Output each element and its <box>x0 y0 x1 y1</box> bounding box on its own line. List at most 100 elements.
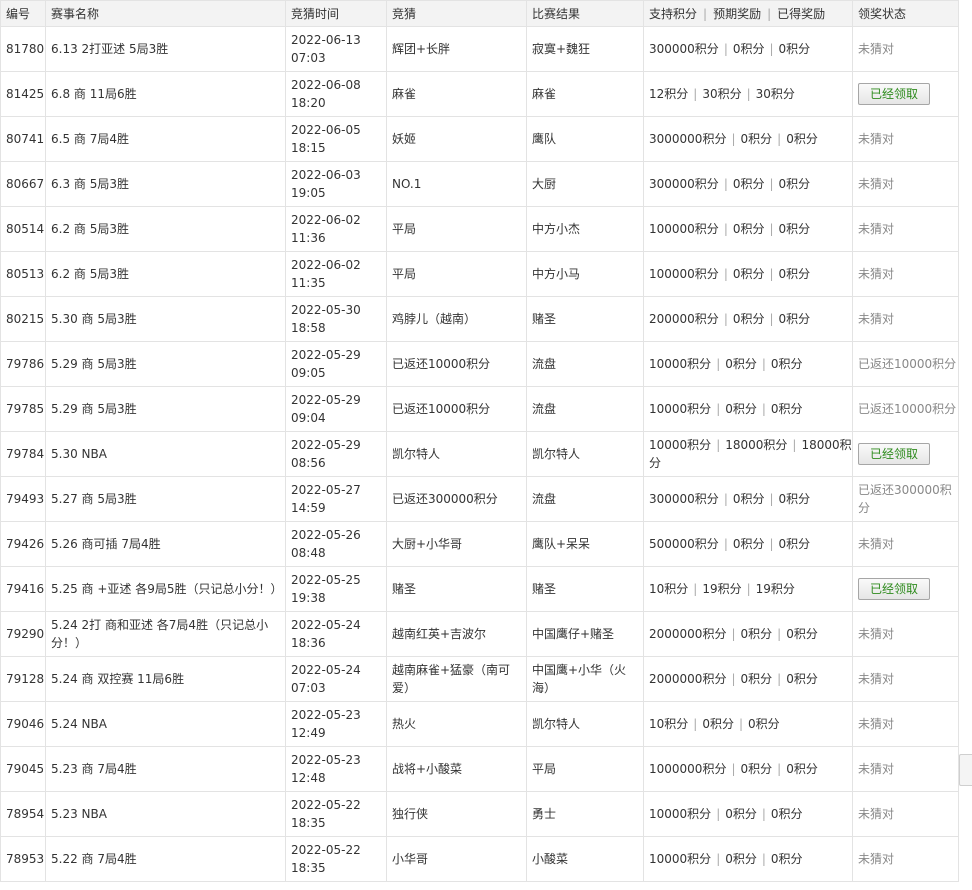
match-result: 凯尔特人 <box>526 701 644 747</box>
table-row: 80667 6.3 商 5局3胜 2022-06-03 19:05 NO.1 大厨 3000… <box>0 161 959 207</box>
match-name: 5.24 2打 商和亚述 各7局4胜（只记总小分！） <box>45 611 286 657</box>
match-name: 6.3 商 5局3胜 <box>45 161 286 207</box>
match-result: 流盘 <box>526 476 644 522</box>
support-points: 300000积分 <box>649 492 719 506</box>
support-points: 10000积分 <box>649 357 712 371</box>
guess-choice: 独行侠 <box>386 791 527 837</box>
status-cell: 已经领取 <box>852 71 959 117</box>
points-cell: 500000积分 | 0积分 | 0积分 <box>643 521 853 567</box>
match-result: 中国鹰+小华（火海） <box>526 656 644 702</box>
match-result: 中方小杰 <box>526 206 644 252</box>
expected-reward: 0积分 <box>725 807 757 821</box>
expected-reward: 0积分 <box>732 537 765 551</box>
guess-choice: 妖姬 <box>386 116 527 162</box>
claimed-button[interactable]: 已经领取 <box>858 83 930 105</box>
col-points-header: 支持积分 | 预期奖励 | 已得奖励 <box>643 0 853 27</box>
points-cell: 10000积分 | 0积分 | 0积分 <box>643 341 853 387</box>
table-row: 80514 6.2 商 5局3胜 2022-06-02 11:36 平局 中方小杰 1000… <box>0 206 959 252</box>
support-points: 300000积分 <box>649 177 719 191</box>
earned-reward: 0积分 <box>786 672 818 686</box>
match-name: 5.23 NBA <box>45 791 286 837</box>
support-points: 500000积分 <box>649 537 719 551</box>
guess-choice: 鸡脖儿（越南） <box>386 296 527 342</box>
col-result-header: 比赛结果 <box>526 0 644 27</box>
guess-choice: 越南红英+吉波尔 <box>386 611 527 657</box>
match-id: 79784 <box>0 431 46 477</box>
match-name: 5.24 商 双控赛 11局6胜 <box>45 656 286 702</box>
guess-time: 2022-05-26 08:48 <box>285 521 387 567</box>
match-id: 80741 <box>0 116 46 162</box>
match-id: 79046 <box>0 701 46 747</box>
earned-reward: 0积分 <box>778 177 811 191</box>
match-id: 81780 <box>0 26 46 72</box>
match-name: 5.30 NBA <box>45 431 286 477</box>
table-row: 79290 5.24 2打 商和亚述 各7局4胜（只记总小分！） 2022-05-2… <box>0 611 959 657</box>
points-cell: 10000积分 | 0积分 | 0积分 <box>643 836 853 882</box>
expected-reward: 0积分 <box>732 42 765 56</box>
points-cell: 300000积分 | 0积分 | 0积分 <box>643 161 853 207</box>
table-header: 编号 赛事名称 竞猜时间 竞猜 比赛结果 支持积分 | 预期奖励 | 已得奖励 领奖状态 <box>0 0 959 27</box>
match-result: 凯尔特人 <box>526 431 644 477</box>
earned-reward: 0积分 <box>770 402 803 416</box>
guess-date: 2022-05-30 <box>291 303 361 317</box>
guess-date: 2022-05-24 <box>291 618 361 632</box>
guess-choice: 大厨+小华哥 <box>386 521 527 567</box>
match-name: 5.25 商 +亚述 各9局5胜（只记总小分！） <box>45 566 286 612</box>
status-refunded: 已返还10000积分 <box>852 386 959 432</box>
support-points: 100000积分 <box>649 222 719 236</box>
guess-choice: NO.1 <box>386 161 527 207</box>
match-id: 80513 <box>0 251 46 297</box>
points-cell: 2000000积分 | 0积分 | 0积分 <box>643 611 853 657</box>
points-cell: 2000000积分 | 0积分 | 0积分 <box>643 656 853 702</box>
table-row: 79784 5.30 NBA 2022-05-29 08:56 凯尔特人 凯尔特人 1000… <box>0 431 959 477</box>
table-row: 81780 6.13 2打亚述 5局3胜 2022-06-13 07:03 辉团+长胖寂… <box>0 26 959 72</box>
guess-clock: 07:03 <box>291 681 326 695</box>
guess-clock: 19:38 <box>291 591 326 605</box>
match-id: 79128 <box>0 656 46 702</box>
match-result: 中方小马 <box>526 251 644 297</box>
earned-reward: 0积分 <box>778 42 811 56</box>
guess-time: 2022-05-27 14:59 <box>285 476 387 522</box>
match-result: 勇士 <box>526 791 644 837</box>
earned-reward: 0积分 <box>778 312 811 326</box>
status-wrong-guess: 未猜对 <box>852 656 959 702</box>
guess-date: 2022-05-22 <box>291 843 361 857</box>
guess-date: 2022-05-29 <box>291 348 361 362</box>
table-row: 78953 5.22 商 7局4胜 2022-05-22 18:35 小华哥 小酸菜 100… <box>0 836 959 882</box>
support-points: 2000000积分 <box>649 672 727 686</box>
earned-reward: 30积分 <box>755 87 795 101</box>
match-result: 赌圣 <box>526 296 644 342</box>
guess-date: 2022-05-23 <box>291 753 361 767</box>
guess-choice: 已返还300000积分 <box>386 476 527 522</box>
match-id: 78954 <box>0 791 46 837</box>
support-points: 100000积分 <box>649 267 719 281</box>
table-row: 81425 6.8 商 11局6胜 2022-06-08 18:20 麻雀 麻雀 12积分 |… <box>0 71 959 117</box>
expected-reward: 0积分 <box>732 312 765 326</box>
match-name: 5.29 商 5局3胜 <box>45 341 286 387</box>
col-id-header: 编号 <box>0 0 46 27</box>
status-cell: 已经领取 <box>852 566 959 612</box>
points-cell: 100000积分 | 0积分 | 0积分 <box>643 206 853 252</box>
guess-clock: 12:49 <box>291 726 326 740</box>
guess-choice: 凯尔特人 <box>386 431 527 477</box>
support-points: 10积分 <box>649 582 689 596</box>
support-points: 10000积分 <box>649 438 712 452</box>
side-scroll-handle[interactable] <box>959 754 972 786</box>
earned-reward: 0积分 <box>778 267 811 281</box>
guess-clock: 18:35 <box>291 816 326 830</box>
claimed-button[interactable]: 已经领取 <box>858 578 930 600</box>
guess-clock: 11:35 <box>291 276 326 290</box>
status-refunded: 已返还300000积分 <box>852 476 959 522</box>
match-name: 5.27 商 5局3胜 <box>45 476 286 522</box>
support-points: 10积分 <box>649 717 689 731</box>
guess-date: 2022-06-08 <box>291 78 361 92</box>
col-earned-header: 已得奖励 <box>777 6 826 21</box>
match-id: 79493 <box>0 476 46 522</box>
match-id: 80514 <box>0 206 46 252</box>
guess-date: 2022-06-03 <box>291 168 361 182</box>
guess-time: 2022-06-05 18:15 <box>285 116 387 162</box>
guess-time: 2022-05-23 12:48 <box>285 746 387 792</box>
match-result: 大厨 <box>526 161 644 207</box>
guess-time: 2022-05-29 08:56 <box>285 431 387 477</box>
claimed-button[interactable]: 已经领取 <box>858 443 930 465</box>
